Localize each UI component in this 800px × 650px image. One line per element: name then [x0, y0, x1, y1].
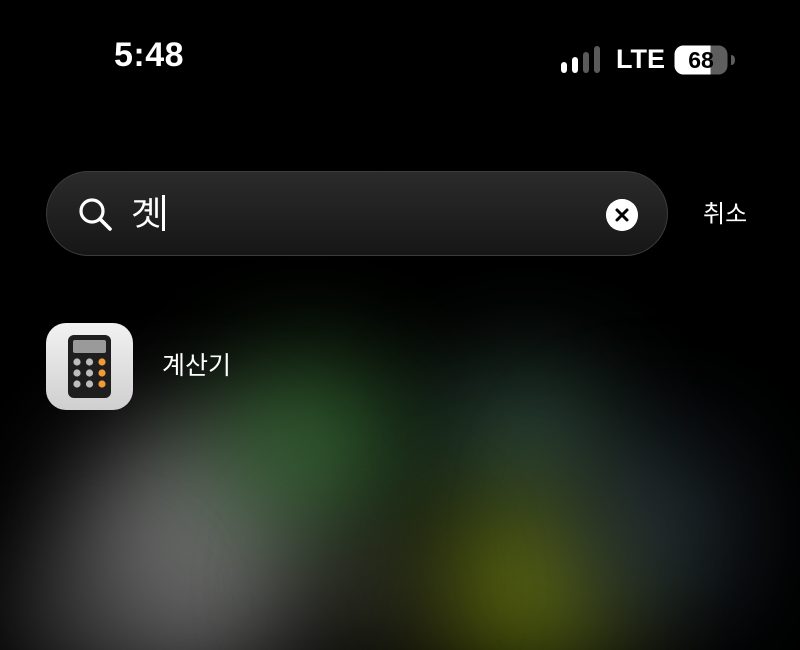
search-field[interactable]: 곗: [46, 171, 668, 256]
spotlight-search-screen: 5:48 LTE 68 곗 취소 계산기: [0, 0, 800, 650]
search-query-text: 곗: [131, 194, 162, 233]
cancel-button[interactable]: 취소: [703, 198, 747, 230]
clear-search-button[interactable]: [606, 199, 638, 231]
result-label: 계산기: [162, 351, 232, 380]
text-cursor: [162, 195, 166, 231]
search-input[interactable]: 곗: [131, 192, 166, 236]
status-time: 5:48: [114, 36, 185, 74]
network-type-label: LTE: [616, 44, 665, 74]
wallpaper-blur-brown: [300, 520, 440, 650]
search-result-item[interactable]: 계산기: [46, 323, 446, 411]
cellular-signal-icon: [561, 46, 600, 73]
battery-percentage: 68: [688, 47, 714, 73]
search-icon: [79, 198, 112, 231]
calculator-icon: [68, 335, 111, 398]
calculator-app-icon[interactable]: [46, 323, 133, 410]
wallpaper-blur-slate: [560, 430, 740, 630]
